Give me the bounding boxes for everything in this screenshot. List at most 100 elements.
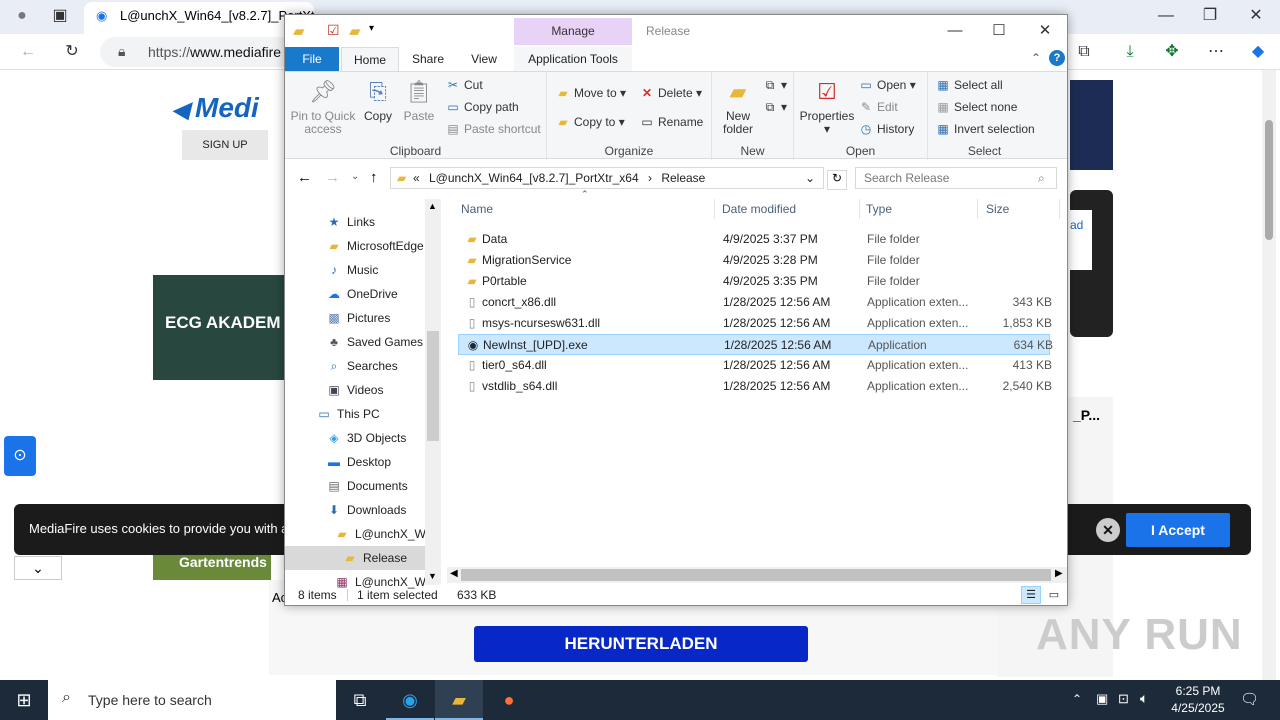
more-icon[interactable]: ⋯ bbox=[1206, 42, 1226, 62]
restore-icon[interactable]: ❐ bbox=[1200, 6, 1220, 26]
file-row[interactable]: ▯ vstdlib_s64.dll 1/28/2025 12:56 AM Applic… bbox=[458, 376, 1052, 397]
accept-cookies-button[interactable]: I Accept bbox=[1126, 513, 1230, 547]
scroll-right-icon[interactable]: ▶ bbox=[1055, 568, 1063, 579]
nav-item[interactable]: ▰ Release bbox=[285, 546, 425, 570]
file-row[interactable]: ◉ NewInst_[UPD].exe 1/28/2025 12:56 AM Appl… bbox=[458, 334, 1053, 355]
scroll-left-icon[interactable]: ◀ bbox=[450, 568, 458, 579]
large-icons-view-icon[interactable]: ▭ bbox=[1045, 586, 1063, 604]
help-icon[interactable]: ? bbox=[1049, 50, 1065, 66]
accessibility-button[interactable]: ⊙ bbox=[4, 436, 36, 476]
properties-qa-icon[interactable]: ☑ bbox=[327, 22, 340, 39]
paste-shortcut-button[interactable]: ▤ Paste shortcut bbox=[445, 122, 540, 136]
explorer-close-icon[interactable]: ✕ bbox=[1023, 19, 1067, 43]
notifications-icon[interactable]: 🗨︎ bbox=[1240, 690, 1259, 708]
qa-dropdown-icon[interactable]: ▾ bbox=[369, 23, 374, 34]
cookie-close-icon[interactable]: ✕ bbox=[1096, 518, 1120, 542]
new-folder-qa-icon[interactable]: ▰ bbox=[349, 22, 361, 40]
ecg-ad-banner[interactable]: ECG AKADEM bbox=[153, 275, 293, 380]
network-icon[interactable]: ⊡ bbox=[1118, 691, 1129, 707]
rename-button[interactable]: ▭ Rename bbox=[639, 115, 703, 129]
downloads-icon[interactable]: ⤓ bbox=[1120, 42, 1140, 62]
copy-to-button[interactable]: ▰ Copy to ▾ bbox=[555, 115, 624, 129]
ad-right-banner[interactable] bbox=[1070, 80, 1113, 170]
path-overflow[interactable]: « bbox=[413, 171, 420, 185]
extensions-icon[interactable]: ✥ bbox=[1162, 42, 1182, 62]
column-name[interactable]: Name bbox=[461, 199, 715, 219]
tab-share[interactable]: Share bbox=[403, 47, 453, 71]
clock[interactable]: 6:25 PM 4/25/2025 bbox=[1160, 683, 1236, 717]
properties-button[interactable]: ☑ Properties ▾ bbox=[798, 78, 856, 136]
copy-button[interactable]: ⎘ Copy bbox=[361, 78, 395, 123]
refresh-icon[interactable]: ↻ bbox=[62, 42, 82, 62]
tab-view[interactable]: View bbox=[459, 47, 509, 71]
edit-button[interactable]: ✎ Edit bbox=[858, 100, 898, 114]
nav-item[interactable]: ▰ MicrosoftEdge bbox=[285, 234, 425, 258]
cut-button[interactable]: ✂ Cut bbox=[445, 78, 483, 92]
tray-chevron-icon[interactable]: ⌃ bbox=[1072, 692, 1082, 706]
nav-scroll-up-icon[interactable]: ▲ bbox=[428, 201, 437, 211]
path-segment-parent[interactable]: L@unchX_Win64_[v8.2.7]_PortXtr_x64 bbox=[429, 171, 639, 185]
history-button[interactable]: ◷ History bbox=[858, 122, 915, 136]
copilot-icon[interactable]: ◆ bbox=[1248, 42, 1268, 62]
nav-item[interactable]: ★ Links bbox=[285, 210, 425, 234]
browser-tab[interactable]: ◉ L@unchX_Win64_[v8.2.7]_PortXtr_x64 bbox=[84, 2, 314, 34]
minimize-icon[interactable]: — bbox=[1156, 6, 1176, 26]
file-list-hscrollbar[interactable]: ◀ ▶ bbox=[447, 567, 1067, 583]
delete-button[interactable]: ✕ Delete ▾ bbox=[639, 86, 702, 100]
new-item-button[interactable]: ⧉ ▾ bbox=[762, 78, 787, 93]
copy-path-button[interactable]: ▭ Copy path bbox=[445, 100, 518, 114]
up-icon[interactable]: ↑ bbox=[370, 169, 378, 186]
file-row[interactable]: ▰ P0rtable 4/9/2025 3:35 PM File folder bbox=[458, 271, 1050, 292]
back-icon[interactable]: ← bbox=[18, 42, 38, 62]
taskbar-search[interactable]: ⌕ Type here to search bbox=[48, 680, 336, 720]
tab-application-tools[interactable]: Application Tools bbox=[514, 47, 632, 71]
start-windows-icon[interactable]: ⊞ bbox=[0, 680, 48, 720]
mediafire-logo[interactable]: ◀ Medi bbox=[172, 92, 259, 124]
nav-back-icon[interactable]: ← bbox=[297, 169, 312, 186]
nav-item[interactable]: ▣ Videos bbox=[285, 378, 425, 402]
file-row[interactable]: ▯ concrt_x86.dll 1/28/2025 12:56 AM Applica… bbox=[458, 292, 1052, 313]
nav-item[interactable]: ▬ Desktop bbox=[285, 450, 425, 474]
recent-locations-icon[interactable]: ⌄ bbox=[351, 171, 359, 182]
herunterladen-button[interactable]: HERUNTERLADEN bbox=[474, 626, 808, 662]
file-row[interactable]: ▰ MigrationService 4/9/2025 3:28 PM File fo… bbox=[458, 250, 1050, 271]
nav-scrollbar-thumb[interactable] bbox=[427, 331, 439, 441]
search-input[interactable]: Search Release ⌕ bbox=[855, 167, 1057, 189]
nav-item[interactable]: ⬇ Downloads bbox=[285, 498, 425, 522]
nav-item[interactable]: ◈ 3D Objects bbox=[285, 426, 425, 450]
path-segment-current[interactable]: Release bbox=[661, 171, 705, 185]
chevron-down-icon[interactable]: ⌄ bbox=[14, 556, 62, 580]
column-size[interactable]: Size bbox=[986, 199, 1060, 219]
open-button[interactable]: ▭ Open ▾ bbox=[858, 78, 915, 92]
nav-item[interactable]: ▰ L@unchX_Wi bbox=[285, 522, 425, 546]
edge-taskbar-icon[interactable]: ◉ bbox=[386, 680, 434, 720]
move-to-button[interactable]: ▰ Move to ▾ bbox=[555, 86, 626, 100]
nav-item[interactable]: ▤ Documents bbox=[285, 474, 425, 498]
collapse-ribbon-icon[interactable]: ⌃ bbox=[1031, 51, 1041, 65]
invert-selection-button[interactable]: ▦ Invert selection bbox=[935, 122, 1034, 136]
nav-item[interactable]: ▭ This PC bbox=[285, 402, 425, 426]
nav-item[interactable]: ♪ Music bbox=[285, 258, 425, 282]
path-separator-icon[interactable]: › bbox=[648, 171, 652, 185]
file-row[interactable]: ▯ msys-ncursesw631.dll 1/28/2025 12:56 AM A… bbox=[458, 313, 1052, 334]
pin-quick-access-button[interactable]: 📌︎ Pin to Quick access bbox=[289, 78, 357, 136]
file-row[interactable]: ▰ Data 4/9/2025 3:37 PM File folder bbox=[458, 229, 1050, 250]
tab-file[interactable]: File bbox=[285, 47, 339, 71]
nav-item[interactable]: ♣ Saved Games bbox=[285, 330, 425, 354]
select-none-button[interactable]: ▦ Select none bbox=[935, 100, 1017, 114]
easy-access-button[interactable]: ⧉ ▾ bbox=[762, 100, 787, 115]
select-all-button[interactable]: ▦ Select all bbox=[935, 78, 1002, 92]
firefox-taskbar-icon[interactable]: ● bbox=[485, 680, 533, 720]
hscrollbar-thumb[interactable] bbox=[461, 569, 1051, 581]
page-scrollbar[interactable] bbox=[1262, 70, 1276, 680]
download-card-button[interactable]: ad bbox=[1070, 210, 1092, 270]
refresh-path-icon[interactable]: ↻ bbox=[827, 170, 847, 190]
details-view-icon[interactable]: ☰ bbox=[1021, 586, 1041, 604]
volume-icon[interactable]: 🔈︎ bbox=[1140, 690, 1148, 707]
tab-home[interactable]: Home bbox=[341, 47, 399, 71]
profile-icon[interactable]: ● bbox=[12, 6, 32, 26]
file-explorer-taskbar-icon[interactable]: ▰ bbox=[435, 680, 483, 720]
path-dropdown-icon[interactable]: ⌄ bbox=[805, 171, 815, 185]
file-row[interactable]: ▯ tier0_s64.dll 1/28/2025 12:56 AM Applicat… bbox=[458, 355, 1052, 376]
nav-scrollbar[interactable]: ▲ ▼ bbox=[425, 199, 441, 585]
